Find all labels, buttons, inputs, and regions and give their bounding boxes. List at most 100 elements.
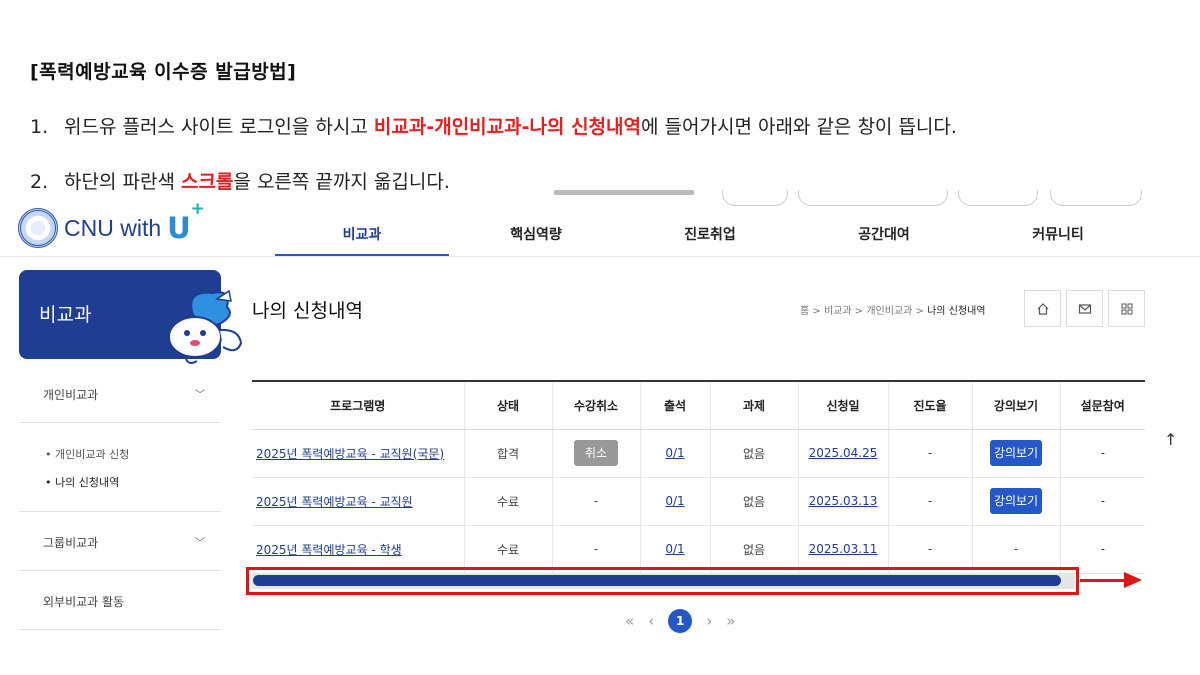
mascot-icon	[168, 289, 243, 364]
table-header-row: 프로그램명 상태 수강취소 출석 과제 신청일 진도율 강의보기 설문참여	[252, 380, 1145, 430]
nav-tab-career[interactable]: 진로취업	[623, 220, 797, 257]
table-row: 2025년 폭력예방교육 - 교직원(국문) 합격 취소 0/1 없음 2025…	[252, 429, 1145, 478]
cancel-cell: -	[551, 525, 640, 574]
instruction-step-1: 1. 위드유 플러스 사이트 로그인을 하시고 비교과-개인비교과-나의 신청내역…	[30, 112, 957, 139]
column-header: 과제	[709, 380, 798, 430]
sidebar-item-label: 그룹비교과	[43, 536, 99, 550]
nav-tab-noncurricular[interactable]: 비교과	[275, 220, 449, 257]
status-cell: 합격	[463, 429, 552, 478]
first-page-icon[interactable]: «	[625, 612, 634, 630]
table-row: 2025년 폭력예방교육 - 교직원 수료 - 0/1 없음 2025.03.1…	[252, 477, 1145, 526]
sidebar-item-group[interactable]: 그룹비교과 ﹀	[43, 534, 221, 551]
progress-cell: -	[887, 477, 972, 526]
cancel-button[interactable]: 취소	[574, 440, 618, 466]
attendance-link[interactable]: 0/1	[665, 494, 684, 508]
breadcrumb-item[interactable]: 비교과	[824, 306, 852, 317]
right-arrow-icon	[1080, 579, 1126, 582]
column-header: 출석	[639, 380, 710, 430]
table-row: 2025년 폭력예방교육 - 학생 수료 - 0/1 없음 2025.03.11…	[252, 525, 1145, 574]
lecture-cell: -	[971, 525, 1060, 574]
prev-page-icon[interactable]: ‹	[648, 612, 654, 630]
column-header: 상태	[463, 380, 552, 430]
column-header: 수강취소	[551, 380, 640, 430]
step-text: 위드유 플러스 사이트 로그인을 하시고	[64, 116, 374, 138]
date-link[interactable]: 2025.03.13	[809, 494, 878, 508]
page-number-current[interactable]: 1	[668, 609, 693, 633]
pagination: « ‹ 1 › »	[625, 609, 735, 633]
step-highlight: 비교과-개인비교과-나의 신청내역	[373, 116, 641, 138]
nav-divider	[0, 256, 1200, 257]
site-screenshot: CNU with U + 비교과 핵심역량 진로취업 공간대여 커뮤니티 비교과 …	[0, 190, 1200, 675]
progress-cell: -	[887, 525, 972, 574]
step-text: 에 들어가시면 아래와 같은 창이 뜹니다.	[641, 116, 957, 138]
site-logo[interactable]: CNU with U +	[18, 199, 205, 248]
assignment-cell: 없음	[709, 477, 798, 526]
survey-cell: -	[1059, 429, 1145, 478]
date-link[interactable]: 2025.04.25	[809, 446, 878, 460]
utility-pill[interactable]	[958, 190, 1038, 206]
step-number: 1.	[30, 116, 49, 138]
view-lecture-button[interactable]: 강의보기	[990, 440, 1042, 466]
breadcrumb: 홈 > 비교과 > 개인비교과 > 나의 신청내역	[800, 306, 986, 317]
last-page-icon[interactable]: »	[726, 612, 735, 630]
nav-tab-core-competency[interactable]: 핵심역량	[449, 220, 623, 257]
logo-u: U +	[167, 199, 205, 245]
nav-tab-community[interactable]: 커뮤니티	[971, 220, 1145, 257]
university-seal-icon	[18, 208, 58, 248]
sidebar-title: 비교과	[39, 304, 92, 326]
assignment-cell: 없음	[709, 429, 798, 478]
sidebar-item-label: 외부비교과 활동	[43, 595, 125, 609]
utility-pill[interactable]	[798, 190, 948, 206]
breadcrumb-current: 나의 신청내역	[927, 306, 986, 317]
sidebar-item-label: 개인비교과	[43, 388, 99, 402]
utility-pill[interactable]	[722, 190, 788, 206]
page-title: 나의 신청내역	[252, 300, 363, 322]
top-utility-bar	[540, 190, 1150, 206]
mail-icon	[1078, 303, 1091, 314]
status-cell: 수료	[463, 477, 552, 526]
attendance-link[interactable]: 0/1	[665, 446, 684, 460]
breadcrumb-item[interactable]: 개인비교과	[866, 306, 912, 317]
chevron-down-icon: ﹀	[195, 390, 205, 401]
column-header: 강의보기	[971, 380, 1060, 430]
sitemap-button[interactable]	[1108, 290, 1145, 327]
sidebar-divider	[19, 629, 221, 630]
column-header: 설문참여	[1059, 380, 1145, 430]
column-header: 신청일	[797, 380, 888, 430]
program-link[interactable]: 2025년 폭력예방교육 - 교직원(국문)	[256, 447, 444, 461]
main-nav: 비교과 핵심역량 진로취업 공간대여 커뮤니티	[275, 220, 1200, 257]
applications-table: 프로그램명 상태 수강취소 출석 과제 신청일 진도율 강의보기 설문참여 20…	[252, 380, 1145, 574]
mail-button[interactable]	[1066, 290, 1103, 327]
column-header: 프로그램명	[252, 380, 464, 430]
sidebar-sub-apply[interactable]: • 개인비교과 신청	[45, 446, 129, 462]
date-link[interactable]: 2025.03.11	[809, 542, 878, 556]
program-link[interactable]: 2025년 폭력예방교육 - 학생	[256, 543, 402, 557]
sidebar-divider	[19, 422, 221, 423]
grid-icon	[1121, 303, 1132, 314]
chevron-down-icon: ﹀	[195, 538, 205, 549]
sidebar-divider	[19, 511, 221, 512]
next-page-icon[interactable]: ›	[706, 612, 712, 630]
sidebar-divider	[19, 570, 221, 571]
attendance-link[interactable]: 0/1	[665, 542, 684, 556]
home-icon	[1037, 302, 1048, 315]
breadcrumb-home[interactable]: 홈	[800, 306, 809, 317]
right-arrow-head-icon	[1124, 572, 1142, 588]
survey-cell: -	[1059, 477, 1145, 526]
column-header: 진도율	[887, 380, 972, 430]
cancel-cell: -	[551, 477, 640, 526]
utility-pill[interactable]	[1050, 190, 1142, 206]
nav-tab-space-rental[interactable]: 공간대여	[797, 220, 971, 257]
home-button[interactable]	[1024, 290, 1061, 327]
view-lecture-button[interactable]: 강의보기	[990, 488, 1042, 514]
logo-plus-icon: +	[190, 199, 205, 219]
logo-text: CNU with	[64, 214, 162, 241]
instruction-title: [폭력예방교육 이수증 발급방법]	[30, 61, 297, 83]
assignment-cell: 없음	[709, 525, 798, 574]
program-link[interactable]: 2025년 폭력예방교육 - 교직원	[256, 495, 413, 509]
scroll-to-top-icon[interactable]: ↑	[1164, 430, 1177, 449]
sidebar-sub-my-applications[interactable]: • 나의 신청내역	[45, 474, 119, 490]
sidebar-item-external[interactable]: 외부비교과 활동	[43, 593, 221, 610]
sidebar-item-individual[interactable]: 개인비교과 ﹀	[43, 386, 221, 403]
status-cell: 수료	[463, 525, 552, 574]
